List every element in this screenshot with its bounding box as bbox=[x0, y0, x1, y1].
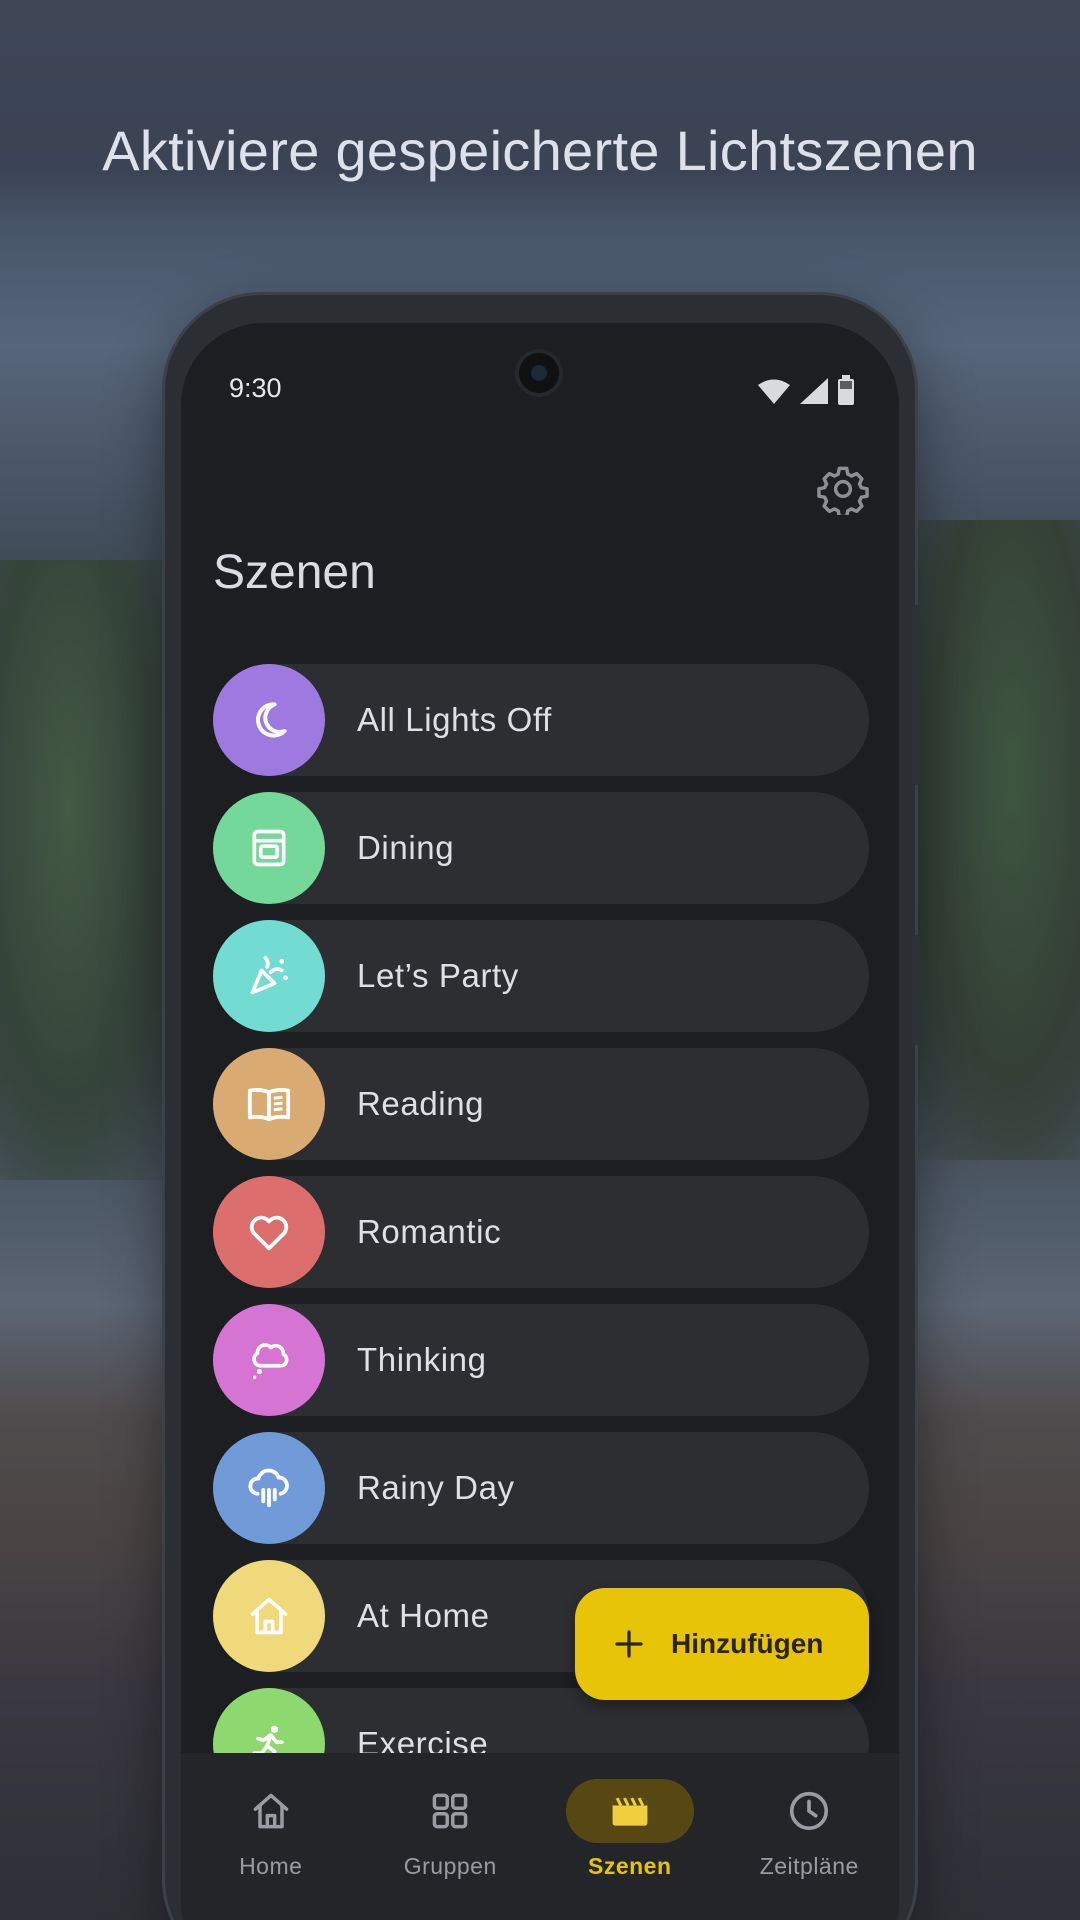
scene-item-rainy-day[interactable]: Rainy Day bbox=[213, 1432, 869, 1544]
nav-item-home[interactable]: Home bbox=[196, 1779, 346, 1920]
scene-item-thinking[interactable]: Thinking bbox=[213, 1304, 869, 1416]
nav-icon-container bbox=[745, 1779, 873, 1843]
clapperboard-icon bbox=[612, 1797, 648, 1826]
scene-label: Reading bbox=[357, 1085, 485, 1122]
add-scene-button[interactable]: Hinzufügen bbox=[575, 1588, 869, 1700]
scene-icon-circle bbox=[213, 664, 325, 776]
home-icon bbox=[253, 1793, 289, 1829]
scene-label: Let’s Party bbox=[357, 957, 519, 994]
wifi-icon bbox=[758, 379, 790, 404]
house-icon bbox=[250, 1597, 288, 1635]
moon-icon bbox=[255, 702, 287, 738]
scene-icon-circle bbox=[213, 792, 325, 904]
scene-item-dining[interactable]: Dining bbox=[213, 792, 869, 904]
scene-label: Thinking bbox=[357, 1341, 487, 1378]
rain-cloud-icon bbox=[248, 1468, 289, 1508]
settings-button[interactable] bbox=[817, 463, 869, 519]
oven-icon bbox=[252, 829, 286, 867]
plus-icon bbox=[615, 1630, 643, 1658]
nav-icon-container bbox=[386, 1779, 514, 1843]
scene-label: Rainy Day bbox=[357, 1469, 515, 1506]
phone-side-button bbox=[912, 935, 920, 1045]
nav-label: Szenen bbox=[587, 1853, 672, 1879]
background-foliage-right bbox=[910, 520, 1080, 1160]
nav-item-scenes[interactable]: Szenen bbox=[555, 1779, 705, 1920]
scene-icon-circle bbox=[213, 1560, 325, 1672]
heart-icon bbox=[249, 1215, 289, 1251]
scene-label: All Lights Off bbox=[357, 701, 552, 738]
scene-item-reading[interactable]: Reading bbox=[213, 1048, 869, 1160]
bottom-navigation: Home Gruppen Szenen Zeitpläne bbox=[181, 1753, 899, 1920]
nav-icon-container bbox=[565, 1779, 694, 1843]
scene-icon-circle bbox=[213, 1304, 325, 1416]
nav-item-schedules[interactable]: Zeitpläne bbox=[734, 1779, 884, 1920]
gear-icon bbox=[817, 466, 869, 519]
nav-label: Zeitpläne bbox=[759, 1853, 859, 1879]
promo-headline: Aktiviere gespeicherte Lichtszenen bbox=[102, 119, 978, 182]
signal-icon bbox=[800, 378, 828, 404]
status-time: 9:30 bbox=[229, 373, 282, 403]
scene-item-all-lights-off[interactable]: All Lights Off bbox=[213, 664, 869, 776]
front-camera bbox=[519, 353, 559, 393]
scene-label: Romantic bbox=[357, 1213, 502, 1250]
nav-item-groups[interactable]: Gruppen bbox=[375, 1779, 525, 1920]
scene-icon-circle bbox=[213, 920, 325, 1032]
clock-icon bbox=[790, 1791, 829, 1831]
thought-bubble-icon bbox=[252, 1343, 289, 1379]
nav-icon-container bbox=[207, 1779, 335, 1843]
scene-icon-circle bbox=[213, 1176, 325, 1288]
grid-icon bbox=[432, 1793, 468, 1829]
page-title: Szenen bbox=[213, 546, 376, 599]
nav-label: Gruppen bbox=[403, 1853, 497, 1879]
scene-icon-circle bbox=[213, 1048, 325, 1160]
add-scene-label: Hinzufügen bbox=[671, 1628, 824, 1659]
phone-screen: 9:30 Szenen All Lights Off Dining Let’s … bbox=[181, 323, 899, 1920]
scene-icon-circle bbox=[213, 1432, 325, 1544]
battery-icon bbox=[838, 375, 854, 405]
scene-item-lets-party[interactable]: Let’s Party bbox=[213, 920, 869, 1032]
phone-side-button bbox=[912, 605, 920, 785]
scene-label: Dining bbox=[357, 829, 455, 866]
book-open-icon bbox=[247, 1088, 291, 1122]
scene-label: At Home bbox=[357, 1597, 490, 1634]
phone-frame: 9:30 Szenen All Lights Off Dining Let’s … bbox=[165, 295, 920, 1920]
background-foliage-left bbox=[0, 560, 170, 1180]
party-popper-icon bbox=[250, 955, 288, 995]
scene-item-romantic[interactable]: Romantic bbox=[213, 1176, 869, 1288]
nav-label: Home bbox=[239, 1853, 303, 1879]
status-icons bbox=[757, 375, 855, 405]
